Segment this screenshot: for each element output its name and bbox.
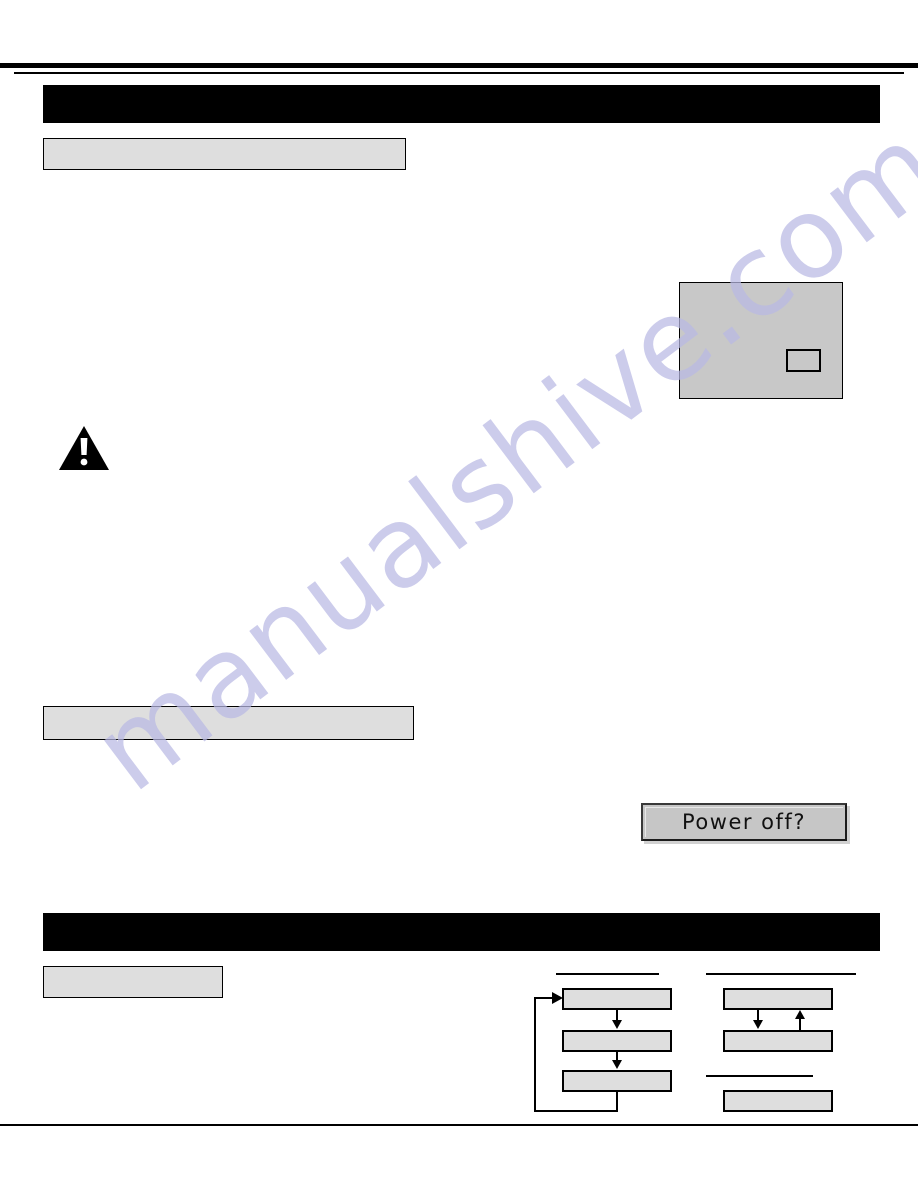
right-connector-up-arrowhead <box>795 1010 805 1019</box>
left-loop-arrowhead <box>552 992 563 1004</box>
right-flow-box-1 <box>723 988 833 1010</box>
operating-flow-diagram <box>0 0 918 1188</box>
left-loop-up-line <box>534 997 536 1111</box>
left-connector-2-arrowhead <box>612 1060 622 1069</box>
right-flow-lower-rule <box>706 1075 813 1077</box>
manual-page: Power off? manualshive.com <box>0 0 918 1188</box>
right-flow-box-2 <box>723 1030 833 1052</box>
power-off-dialog-label: Power off? <box>682 810 806 834</box>
left-loop-down-line <box>616 1092 618 1112</box>
right-flow-heading-rule <box>706 973 856 975</box>
left-flow-heading-rule <box>556 973 659 975</box>
left-flow-box-2 <box>562 1030 672 1052</box>
power-off-dialog[interactable]: Power off? <box>641 803 847 841</box>
right-flow-box-3 <box>723 1090 833 1112</box>
left-flow-box-3 <box>562 1070 672 1092</box>
left-flow-box-1 <box>562 988 672 1010</box>
left-connector-1-arrowhead <box>612 1020 622 1029</box>
right-connector-down-arrowhead <box>753 1020 763 1029</box>
right-connector-up-line <box>799 1018 801 1031</box>
left-loop-bottom-line <box>534 1110 618 1112</box>
